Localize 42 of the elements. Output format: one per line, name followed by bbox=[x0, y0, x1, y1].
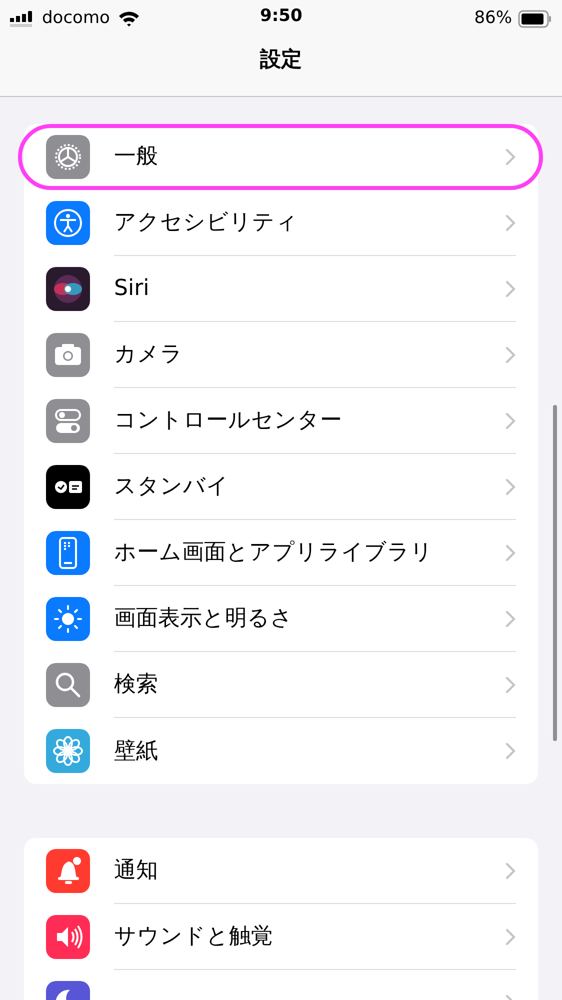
chevron-icon bbox=[505, 148, 516, 166]
battery-percent: 86% bbox=[474, 7, 512, 30]
row-label: Siri bbox=[114, 275, 150, 303]
chevron-icon bbox=[505, 412, 516, 430]
settings-row[interactable]: アクセシビリティ bbox=[24, 190, 538, 256]
row-label: 画面表示と明るさ bbox=[114, 605, 293, 633]
clock-time: 9:50 bbox=[260, 5, 302, 28]
chevron-icon bbox=[505, 610, 516, 628]
chevron-icon bbox=[505, 676, 516, 694]
chevron-icon bbox=[505, 280, 516, 298]
battery-icon bbox=[518, 10, 552, 28]
chevron-icon bbox=[505, 544, 516, 562]
row-label: 検索 bbox=[114, 671, 158, 699]
carrier-name: docomo bbox=[42, 7, 110, 30]
row-label: 一般 bbox=[114, 143, 158, 171]
settings-row[interactable]: 壁紙 bbox=[24, 718, 538, 784]
page-title: 設定 bbox=[260, 46, 302, 73]
chevron-icon bbox=[505, 742, 516, 760]
chevron-icon bbox=[505, 862, 516, 880]
row-label: 壁紙 bbox=[114, 738, 158, 766]
row-label: スタンバイ bbox=[114, 473, 229, 501]
wifi-icon bbox=[118, 11, 140, 27]
chevron-icon bbox=[505, 346, 516, 364]
chevron-icon bbox=[505, 928, 516, 946]
settings-row[interactable]: サウンドと触覚 bbox=[24, 904, 538, 970]
settings-row[interactable]: 画面表示と明るさ bbox=[24, 586, 538, 652]
row-label: コントロールセンター bbox=[114, 407, 342, 435]
settings-row[interactable]: Siri bbox=[24, 256, 538, 322]
row-label: アクセシビリティ bbox=[114, 209, 298, 237]
chevron-icon bbox=[505, 214, 516, 232]
row-label: 通知 bbox=[114, 857, 158, 885]
settings-row[interactable]: カメラ bbox=[24, 322, 538, 388]
row-label: ホーム画面とアプリライブラリ bbox=[114, 539, 433, 567]
settings-row[interactable]: 通知 bbox=[24, 838, 538, 904]
settings-row[interactable]: スタンバイ bbox=[24, 454, 538, 520]
row-label: サウンドと触覚 bbox=[114, 923, 273, 951]
settings-row[interactable]: 一般 bbox=[24, 124, 538, 190]
settings-row[interactable]: コントロールセンター bbox=[24, 388, 538, 454]
settings-row[interactable]: ホーム画面とアプリライブラリ bbox=[24, 520, 538, 586]
settings-row[interactable]: 検索 bbox=[24, 652, 538, 718]
chevron-icon bbox=[505, 478, 516, 496]
row-label: カメラ bbox=[114, 341, 183, 369]
